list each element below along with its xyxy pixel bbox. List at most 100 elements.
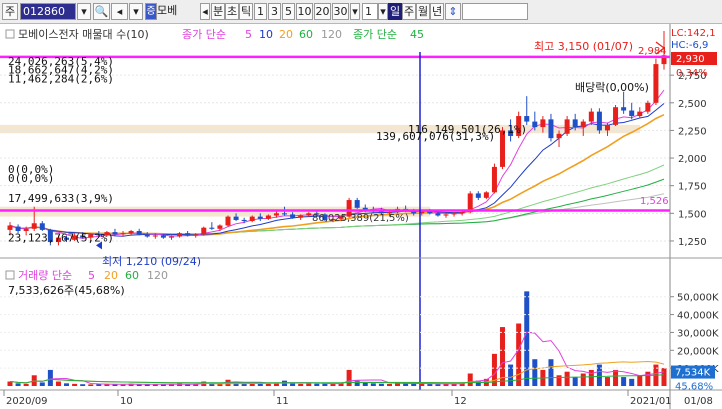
period-month[interactable]: 월: [416, 3, 430, 20]
candle-body: [604, 124, 610, 131]
candle-body: [548, 119, 554, 139]
interest-toggle[interactable]: 증: [145, 3, 157, 20]
vol-ma120-label: 120: [147, 269, 168, 282]
volume-bar: [556, 375, 562, 386]
candle-body: [475, 193, 481, 198]
candle-body: [629, 110, 635, 117]
candle-body: [31, 223, 37, 229]
volume-bar: [645, 371, 651, 386]
candle: [613, 105, 619, 126]
candle-body: [540, 119, 546, 128]
candle-body: [435, 213, 441, 216]
candle-body: [645, 102, 651, 112]
market-select[interactable]: 주: [2, 3, 18, 20]
volume-profile-label: 23,123,767(5,2%): [8, 232, 114, 245]
candle-body: [136, 231, 142, 235]
volume-bar: [613, 369, 619, 386]
interval-10[interactable]: 10: [296, 3, 313, 20]
candle-body: [209, 227, 215, 229]
candle-body: [653, 64, 659, 103]
volume-bar: [621, 377, 627, 386]
candle-body: [354, 200, 360, 208]
volume-bar: [72, 383, 78, 386]
x-tick-label: 2021/01: [630, 396, 672, 407]
change-pct-label: 0,34%: [676, 68, 708, 79]
candle-body: [572, 119, 578, 128]
period-second[interactable]: 초: [225, 3, 239, 20]
current-price-label: 2,930: [676, 54, 705, 65]
prev-arrow-icon[interactable]: ◂: [200, 3, 210, 20]
candle-body: [225, 216, 231, 226]
vol-ma5-label: 5: [88, 269, 95, 282]
ma2-legend-title: 종가 단순: [353, 28, 397, 41]
period-day[interactable]: 일: [388, 3, 402, 20]
volume-bar: [47, 369, 53, 386]
volume-profile-label: 17,499,633(3,9%): [8, 192, 114, 205]
candle-body: [160, 235, 166, 238]
candle-body: [564, 119, 570, 134]
candle-body: [193, 234, 199, 236]
price-tick-label: 2,000: [678, 154, 707, 165]
volume-bar: [524, 291, 530, 386]
last-volume-pct-label: 45,68%: [675, 382, 713, 393]
ma60-label: 60: [299, 28, 313, 41]
volume-bar: [306, 383, 312, 386]
stock-chart[interactable]: 24,026,263(5,4%)18,662,647(4,2%)11,462,2…: [0, 24, 722, 409]
x-tick-label: 12: [454, 396, 467, 407]
x-tick-label: 10: [120, 396, 133, 407]
price-tick-label: 1,750: [678, 182, 707, 193]
period-tick[interactable]: 틱: [239, 3, 253, 20]
vol-ma20-label: 20: [104, 269, 118, 282]
chart-area[interactable]: 24,026,263(5,4%) 18,662,647(4,2%) 11,462,2…: [0, 24, 722, 409]
stock-name-button[interactable]: 모베: [157, 3, 199, 20]
ma120-label: 120: [321, 28, 342, 41]
candle-body: [524, 116, 530, 122]
code-dropdown-icon[interactable]: ▾: [77, 3, 91, 20]
volume-bar: [265, 383, 271, 386]
count-dropdown-icon[interactable]: ▾: [378, 3, 388, 20]
high-annotation: 최고 3,150 (01/07): [534, 40, 633, 53]
search-icon[interactable]: 🔍: [93, 3, 110, 20]
volume-bar: [298, 383, 304, 386]
price-tick-label: 2,250: [678, 126, 707, 137]
period-year[interactable]: 년: [430, 3, 444, 20]
volume-bar: [330, 383, 336, 386]
candle-body: [621, 107, 627, 111]
period-minute[interactable]: 분: [211, 3, 225, 20]
price-legend: 모베이스전자 매물대 수(10) 종가 단순 5 10 20 60 120 종가…: [5, 28, 424, 41]
candle: [653, 58, 659, 105]
extra-input[interactable]: [462, 3, 528, 20]
volume-bar: [80, 384, 86, 386]
interval-3[interactable]: 3: [268, 3, 281, 20]
candle-body: [265, 215, 271, 219]
candle-body: [443, 214, 449, 216]
volume-bar: [378, 383, 384, 386]
menu-dropdown-icon[interactable]: ▾: [129, 3, 143, 20]
volume-bar: [386, 383, 392, 386]
candle-body: [588, 111, 594, 122]
volume-bar: [419, 383, 425, 386]
price-tick-label: 1,500: [678, 209, 707, 220]
period-week[interactable]: 주: [402, 3, 416, 20]
interval-5[interactable]: 5: [282, 3, 295, 20]
interval-1[interactable]: 1: [254, 3, 267, 20]
count-input[interactable]: 1: [362, 3, 378, 20]
interval-30[interactable]: 30: [332, 3, 349, 20]
candle-body: [120, 233, 126, 235]
candle-body: [15, 226, 21, 231]
price-tick-label: 2,500: [678, 99, 707, 110]
hc-label: HC:-6,9: [671, 40, 708, 51]
speaker-icon[interactable]: ◂: [111, 3, 128, 20]
interval-dropdown-icon[interactable]: ▾: [350, 3, 360, 20]
sort-icon[interactable]: ⇕: [445, 3, 461, 20]
stock-code-input[interactable]: 012860: [20, 3, 76, 20]
volume-bar: [55, 381, 61, 386]
candle-body: [177, 233, 183, 237]
candle: [596, 108, 602, 134]
ma-legend-title: 종가 단순: [182, 28, 226, 41]
interval-20[interactable]: 20: [314, 3, 331, 20]
candle: [491, 163, 497, 194]
volume-bar: [88, 384, 94, 386]
candle-body: [483, 192, 489, 198]
volume-bar: [580, 373, 586, 386]
